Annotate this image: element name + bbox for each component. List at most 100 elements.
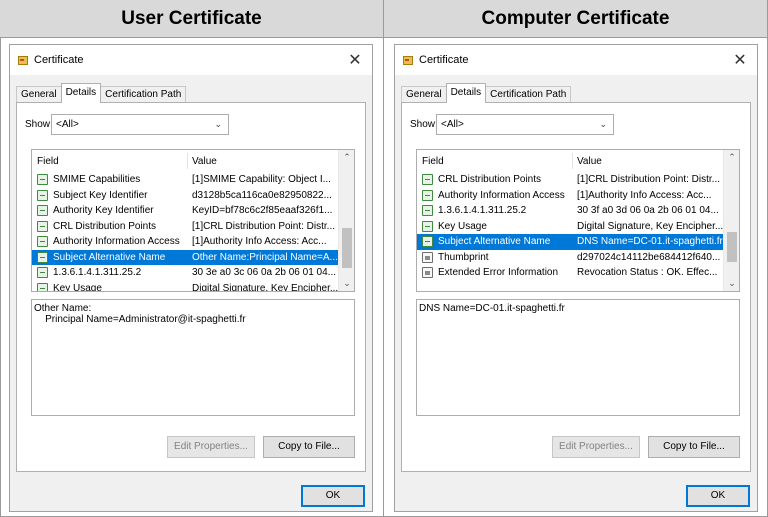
copy-to-file-button[interactable]: Copy to File... [263, 436, 355, 458]
scroll-down-icon[interactable]: ⌄ [724, 278, 739, 289]
scrollbar-thumb[interactable] [342, 228, 352, 268]
certificate-icon [403, 56, 413, 65]
copy-to-file-button[interactable]: Copy to File... [648, 436, 740, 458]
column-divider [383, 0, 384, 517]
field-row[interactable]: CRL Distribution Points [1]CRL Distributi… [32, 219, 338, 235]
cert-extension-icon [37, 236, 48, 247]
cert-property-icon [422, 251, 433, 263]
field-value-box[interactable]: DNS Name=DC-01.it-spaghetti.fr [416, 299, 740, 416]
field-row[interactable]: Key Usage Digital Signature, Key Encipher… [32, 281, 338, 292]
field-row[interactable]: Extended Error Information Revocation Sta… [417, 265, 723, 281]
field-list: Field Value CRL Distribution Points [1]CR… [416, 149, 740, 292]
cert-property-icon [422, 267, 433, 278]
scrollbar-thumb[interactable] [727, 232, 737, 262]
field-rows: CRL Distribution Points [1]CRL Distributi… [417, 172, 723, 281]
field-value: Digital Signature, Key Encipher... [192, 282, 338, 292]
computer-certificate-heading: Computer Certificate [384, 0, 767, 38]
field-name: Authority Key Identifier [53, 205, 154, 216]
field-name: CRL Distribution Points [53, 220, 157, 232]
ok-button[interactable]: OK [686, 485, 750, 507]
tab-details[interactable]: Details [445, 83, 487, 103]
tab-general[interactable]: General [16, 86, 62, 103]
field-value: Other Name:Principal Name=A... [192, 251, 338, 263]
cert-extension-icon [37, 189, 48, 201]
field-list: Field Value SMIME Capabilities [1]SMIME C… [31, 149, 355, 292]
field-row[interactable]: Authority Information Access [1]Authority… [32, 234, 338, 250]
dialog-title: Certificate [34, 54, 84, 66]
cert-extension-icon [37, 174, 48, 185]
cert-extension-icon [422, 174, 433, 185]
tab-certification-path[interactable]: Certification Path [100, 86, 187, 103]
certificate-icon [18, 56, 28, 65]
chevron-down-icon: ⌄ [214, 119, 222, 129]
field-row[interactable]: CRL Distribution Points [1]CRL Distributi… [417, 172, 723, 188]
field-value: [1]CRL Distribution Point: Distr... [192, 220, 336, 232]
field-value: [1]Authority Info Access: Acc... [577, 189, 712, 201]
tab-details[interactable]: Details [60, 83, 102, 103]
computer-certificate-dialog: Certificate ✕ General Details Certificat… [394, 44, 758, 512]
field-value: 30 3f a0 3d 06 0a 2b 06 01 04... [577, 205, 719, 216]
field-row[interactable]: Subject Key Identifier d3128b5ca116ca0e82… [32, 188, 338, 204]
scroll-up-icon[interactable]: ⌃ [339, 152, 354, 163]
field-rows: SMIME Capabilities [1]SMIME Capability: O… [32, 172, 338, 292]
field-list-scrollbar[interactable]: ⌃ ⌄ [338, 150, 354, 291]
cert-extension-icon [422, 236, 433, 247]
column-header-value[interactable]: Value [577, 156, 602, 167]
cert-extension-icon [422, 189, 433, 201]
field-row[interactable]: Thumbprint d297024c14112be684412f640... [417, 250, 723, 266]
column-header-field[interactable]: Field [37, 156, 59, 167]
column-header-field[interactable]: Field [422, 156, 444, 167]
field-row[interactable]: Authority Information Access [1]Authority… [417, 188, 723, 204]
field-row[interactable]: 1.3.6.1.4.1.311.25.2 30 3f a0 3d 06 0a 2b… [417, 203, 723, 219]
show-label: Show: [25, 119, 53, 130]
field-row[interactable]: Subject Alternative Name DNS Name=DC-01.i… [417, 234, 723, 250]
field-value: DNS Name=DC-01.it-spaghetti.fr [577, 236, 723, 247]
field-name: Extended Error Information [438, 267, 559, 278]
cert-extension-icon [37, 282, 48, 291]
tab-strip: General Details Certification Path [401, 83, 572, 103]
close-button[interactable]: ✕ [729, 49, 751, 71]
details-panel: Show: <All> ⌄ Field Value CRL Distributi… [401, 102, 751, 472]
field-name: SMIME Capabilities [53, 174, 141, 185]
column-header-value[interactable]: Value [192, 156, 217, 167]
field-list-header: Field Value [417, 150, 723, 172]
edit-properties-button[interactable]: Edit Properties... [167, 436, 255, 458]
user-certificate-heading: User Certificate [0, 0, 383, 38]
scroll-up-icon[interactable]: ⌃ [724, 152, 739, 163]
tab-general[interactable]: General [401, 86, 447, 103]
cert-extension-icon [37, 251, 48, 263]
field-row[interactable]: SMIME Capabilities [1]SMIME Capability: O… [32, 172, 338, 188]
field-row[interactable]: Subject Alternative Name Other Name:Princ… [32, 249, 338, 265]
field-row[interactable]: Key Usage Digital Signature, Key Encipher… [417, 219, 723, 235]
tab-certification-path[interactable]: Certification Path [485, 86, 572, 103]
field-name: Subject Alternative Name [53, 251, 166, 263]
field-name: CRL Distribution Points [438, 174, 542, 185]
cert-extension-icon [422, 205, 433, 216]
field-value: [1]CRL Distribution Point: Distr... [577, 174, 721, 185]
field-value: KeyID=bf78c6c2f85eaaf326f1... [192, 205, 333, 216]
field-value: 30 3e a0 3c 06 0a 2b 06 01 04... [192, 267, 337, 278]
field-list-scrollbar[interactable]: ⌃ ⌄ [723, 150, 739, 291]
cert-extension-icon [37, 220, 48, 232]
field-list-header: Field Value [32, 150, 338, 172]
field-value-box[interactable]: Other Name: Principal Name=Administrator… [31, 299, 355, 416]
field-value: Digital Signature, Key Encipher... [577, 220, 723, 232]
close-button[interactable]: ✕ [344, 49, 366, 71]
column-separator [187, 153, 188, 169]
field-value: [1]SMIME Capability: Object I... [192, 174, 331, 185]
field-row[interactable]: 1.3.6.1.4.1.311.25.2 30 3e a0 3c 06 0a 2b… [32, 265, 338, 281]
show-dropdown[interactable]: <All> ⌄ [436, 114, 614, 135]
scroll-down-icon[interactable]: ⌄ [339, 278, 354, 289]
show-dropdown-value: <All> [56, 119, 79, 130]
chevron-down-icon: ⌄ [599, 119, 607, 129]
show-dropdown[interactable]: <All> ⌄ [51, 114, 229, 135]
cert-extension-icon [422, 220, 433, 232]
title-bar: Certificate ✕ [395, 45, 757, 75]
show-dropdown-value: <All> [441, 119, 464, 130]
edit-properties-button[interactable]: Edit Properties... [552, 436, 640, 458]
details-panel: Show: <All> ⌄ Field Value SMIME Capabili… [16, 102, 366, 472]
ok-button[interactable]: OK [301, 485, 365, 507]
field-row[interactable]: Authority Key Identifier KeyID=bf78c6c2f8… [32, 203, 338, 219]
show-label: Show: [410, 119, 438, 130]
field-name: Key Usage [438, 220, 487, 232]
